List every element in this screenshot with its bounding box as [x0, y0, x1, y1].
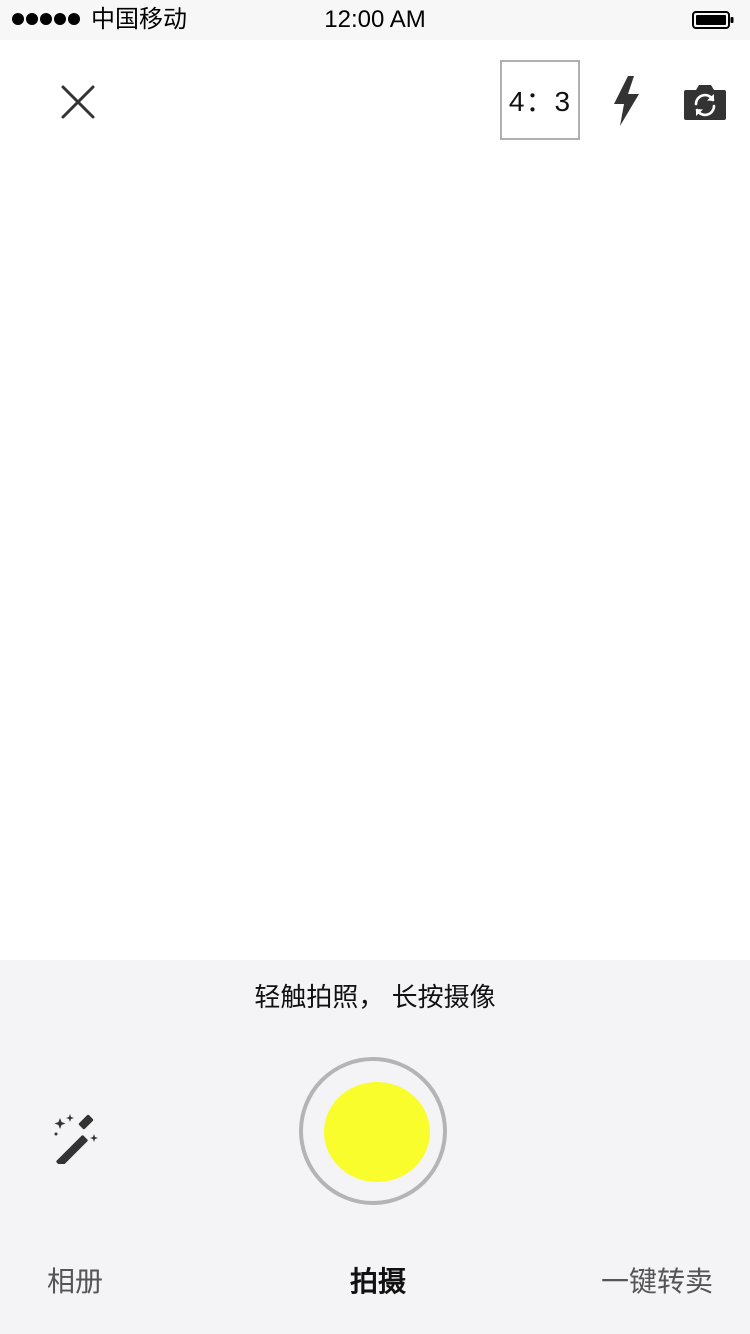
aspect-ratio-label: 4：3: [508, 86, 572, 117]
shutter-button[interactable]: [299, 1057, 447, 1205]
status-time: 12:00 AM: [324, 6, 426, 33]
camera-viewfinder[interactable]: [0, 140, 750, 960]
capture-hint: 轻触拍照， 长按摄像: [254, 982, 496, 1012]
magic-wand-icon[interactable]: [50, 1112, 102, 1164]
battery-icon: [692, 11, 734, 29]
close-icon[interactable]: [53, 77, 103, 127]
aspect-ratio-button[interactable]: 4：3: [500, 60, 580, 140]
capture-panel: 轻触拍照， 长按摄像 相册 拍摄 一键转卖: [0, 960, 750, 1334]
flash-icon[interactable]: [606, 74, 646, 128]
camera-switch-icon[interactable]: [682, 82, 728, 122]
mode-tab-quick-sell[interactable]: 一键转卖: [601, 1264, 713, 1300]
status-bar: 中国移动 12:00 AM: [0, 0, 750, 40]
shutter-inner: [324, 1082, 430, 1182]
